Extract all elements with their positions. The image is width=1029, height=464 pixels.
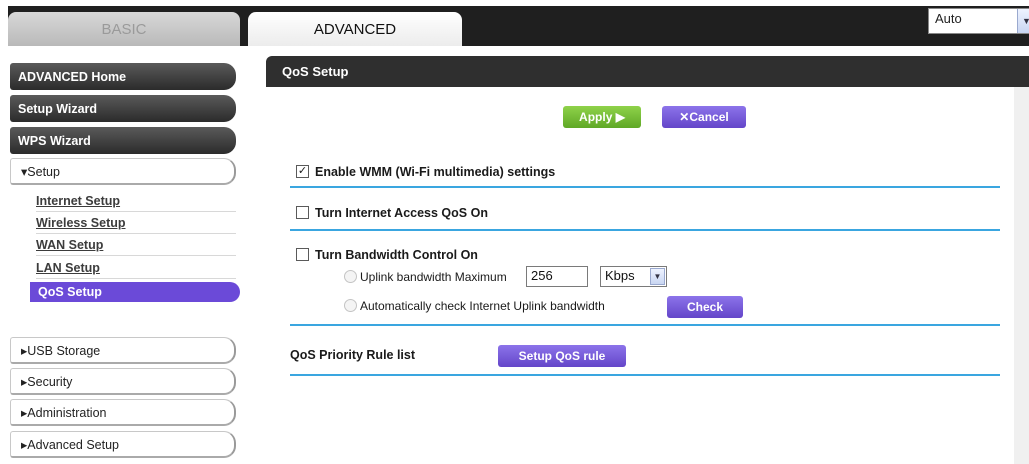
uplink-max-label: Uplink bandwidth Maximum (360, 270, 507, 284)
internet-qos-label: Turn Internet Access QoS On (315, 206, 488, 220)
apply-button[interactable]: Apply ▶ (563, 106, 641, 128)
page-title: QoS Setup (266, 56, 1029, 87)
sidebar-sub-qos-setup[interactable]: QoS Setup (30, 282, 240, 302)
sidebar-sub-lan-setup[interactable]: LAN Setup (36, 257, 236, 279)
bandwidth-unit-value: Kbps (605, 268, 635, 283)
sidebar-item-advanced-setup[interactable]: ▸Advanced Setup (10, 431, 236, 458)
sidebar-item-usb-storage[interactable]: ▸USB Storage (10, 337, 236, 364)
sidebar-sub-wireless-setup[interactable]: Wireless Setup (36, 212, 236, 234)
bandwidth-unit-select[interactable]: Kbps ▼ (600, 266, 667, 287)
setup-qos-rule-button[interactable]: Setup QoS rule (498, 345, 626, 367)
sidebar-item-administration[interactable]: ▸Administration (10, 399, 236, 426)
internet-qos-checkbox[interactable] (296, 206, 309, 219)
uplink-max-radio[interactable] (344, 270, 357, 283)
sidebar-item-setup[interactable]: ▾Setup (10, 158, 236, 185)
sidebar-item-security[interactable]: ▸Security (10, 368, 236, 395)
language-select[interactable]: Auto ▼ (928, 8, 1029, 34)
sidebar-item-wps-wizard[interactable]: WPS Wizard (10, 127, 236, 154)
chevron-down-icon[interactable]: ▼ (650, 268, 665, 285)
tab-advanced[interactable]: ADVANCED (248, 12, 462, 46)
divider (290, 374, 1000, 376)
bandwidth-control-checkbox[interactable] (296, 248, 309, 261)
sidebar-item-advanced-home[interactable]: ADVANCED Home (10, 63, 236, 90)
qos-rule-list-label: QoS Priority Rule list (290, 348, 416, 362)
checkmark-icon: ✓ (297, 165, 308, 177)
auto-check-radio[interactable] (344, 299, 357, 312)
check-button[interactable]: Check (667, 296, 743, 318)
uplink-bandwidth-input[interactable]: 256 (526, 266, 588, 287)
sidebar: ADVANCED Home Setup Wizard WPS Wizard ▾S… (8, 46, 266, 464)
scrollbar[interactable] (1014, 87, 1029, 464)
divider (290, 324, 1000, 326)
bandwidth-control-label: Turn Bandwidth Control On (315, 248, 478, 262)
cancel-button[interactable]: ✕Cancel (662, 106, 746, 128)
top-bar: BASIC ADVANCED Auto ▼ (8, 6, 1029, 46)
enable-wmm-label: Enable WMM (Wi-Fi multimedia) settings (315, 165, 556, 179)
divider (290, 186, 1000, 188)
sidebar-sub-wan-setup[interactable]: WAN Setup (36, 234, 236, 256)
sidebar-sub-internet-setup[interactable]: Internet Setup (36, 190, 236, 212)
tab-basic[interactable]: BASIC (8, 12, 240, 46)
enable-wmm-checkbox[interactable]: ✓ (296, 165, 309, 178)
language-select-value: Auto (935, 11, 962, 26)
divider (290, 229, 1000, 231)
auto-check-label: Automatically check Internet Uplink band… (360, 299, 605, 313)
chevron-down-icon[interactable]: ▼ (1017, 9, 1029, 33)
sidebar-item-setup-wizard[interactable]: Setup Wizard (10, 95, 236, 122)
